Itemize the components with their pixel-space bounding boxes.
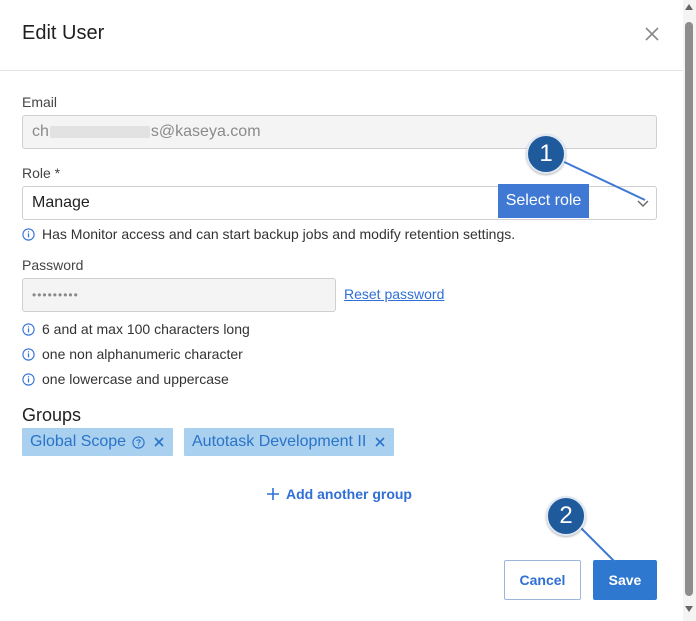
add-group-label: Add another group: [286, 486, 412, 502]
close-icon[interactable]: [643, 25, 661, 43]
header-divider: [0, 70, 683, 71]
password-rule: 6 and at max 100 characters long: [22, 321, 250, 337]
scroll-down-arrow-icon[interactable]: [685, 606, 693, 612]
password-rule-text: one non alphanumeric character: [42, 346, 243, 362]
group-chip-label: Global Scope: [30, 433, 127, 450]
role-hint: Has Monitor access and can start backup …: [22, 226, 515, 242]
password-rule: one non alphanumeric character: [22, 346, 243, 362]
select-role-tooltip: Select role: [498, 184, 589, 218]
email-redaction: [49, 125, 150, 138]
role-hint-text: Has Monitor access and can start backup …: [42, 226, 516, 242]
group-chip-autotask: Autotask Development II: [184, 428, 395, 456]
remove-chip-icon[interactable]: [374, 436, 386, 448]
chevron-down-icon: [637, 200, 649, 207]
password-label: Password: [22, 257, 84, 273]
group-chip-label: Autotask Development II: [192, 433, 367, 450]
email-value-start: ch: [32, 123, 49, 140]
scrollbar[interactable]: [683, 0, 696, 621]
password-rule-text: 6 and at max 100 characters long: [42, 321, 250, 337]
password-rule-text: one lowercase and uppercase: [42, 371, 229, 387]
email-value-end: s@kaseya.com: [150, 123, 261, 140]
info-icon: [22, 372, 35, 386]
role-label: Role *: [22, 165, 61, 181]
scroll-up-arrow-icon[interactable]: [685, 4, 693, 10]
add-group-button[interactable]: Add another group: [266, 486, 412, 502]
info-icon: [22, 322, 35, 336]
role-selected-value: Manage: [32, 194, 90, 211]
plus-icon: [267, 488, 279, 500]
remove-chip-icon[interactable]: [153, 436, 165, 448]
reset-password-link[interactable]: Reset password: [344, 286, 444, 302]
scroll-thumb[interactable]: [685, 22, 693, 596]
group-chip-global-scope: Global Scope: [22, 428, 174, 456]
dialog-title: Edit User: [22, 22, 105, 44]
email-label: Email: [22, 94, 58, 110]
info-icon: [22, 227, 35, 241]
step-callout-1: 1: [526, 134, 566, 174]
help-icon[interactable]: [132, 435, 145, 449]
step-callout-2: 2: [546, 496, 586, 536]
save-button[interactable]: Save: [593, 560, 657, 600]
info-icon: [22, 347, 35, 361]
cancel-button[interactable]: Cancel: [504, 560, 581, 600]
groups-heading: Groups: [22, 405, 82, 425]
password-field: •••••••••: [22, 278, 336, 312]
password-rule: one lowercase and uppercase: [22, 371, 229, 387]
